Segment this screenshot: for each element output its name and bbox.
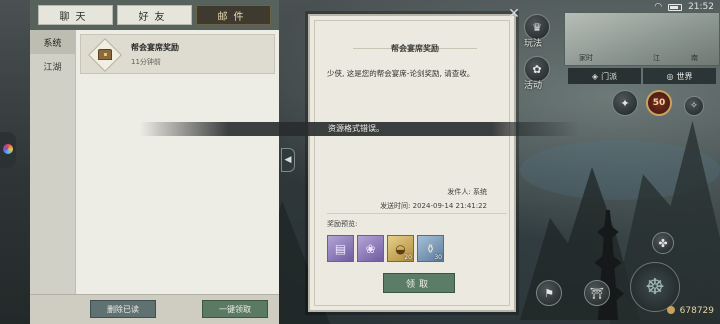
sect-icon: ◈ xyxy=(591,71,599,81)
close-icon[interactable]: ✕ xyxy=(506,6,522,22)
meditate-button[interactable]: ☸ xyxy=(630,262,680,312)
category-system[interactable]: 系统 xyxy=(30,30,75,54)
flower-item-icon: ❀ xyxy=(365,241,376,256)
gameplay-label: 玩法 xyxy=(524,39,543,49)
minimap-label: 江 xyxy=(653,54,660,62)
dialog-frame: 帮会宴席奖励 少侠, 这是您的帮会宴席-论剑奖励, 请查收。 发件人: 系统 发… xyxy=(314,20,510,306)
battery-icon xyxy=(668,3,683,11)
minimap[interactable]: 家时 江 南 xyxy=(564,12,720,66)
mail-action-bar: 删除已读 一键领取 xyxy=(30,294,279,324)
mail-list: 帮会宴席奖励 11分钟前 xyxy=(76,30,279,294)
wifi-icon: ◠ xyxy=(654,2,663,12)
activity-label: 活动 xyxy=(524,81,543,91)
minimap-label: 家时 xyxy=(579,54,593,62)
reward-item[interactable]: ◒ 20 xyxy=(387,235,414,262)
collect-button[interactable]: 领取 xyxy=(383,273,455,293)
mail-category-list: 系统 江湖 xyxy=(30,30,76,294)
divider xyxy=(327,213,507,214)
sect-button[interactable]: ⛩ xyxy=(584,280,610,306)
mail-body: 少侠, 这是您的帮会宴席-论剑奖励, 请查收。 xyxy=(327,69,475,78)
bird-icon: ✦ xyxy=(620,96,630,110)
marker-icon: ✧ xyxy=(690,101,698,111)
tab-world[interactable]: ◎ 世界 xyxy=(643,68,716,84)
globe-icon: ◎ xyxy=(666,71,674,81)
tab-chat[interactable]: 聊天 xyxy=(38,5,113,25)
mail-title: 帮会宴席奖励 xyxy=(131,43,179,52)
chevron-left-icon: ◀ xyxy=(284,155,292,165)
skill-button[interactable]: ✤ xyxy=(652,232,674,254)
shuriken-icon: ✤ xyxy=(658,236,668,250)
mail-panel: 聊天 好友 邮件 系统 江湖 帮会宴席奖励 11分钟前 删除已读 一键领取 xyxy=(30,0,279,324)
buddha-icon: ☸ xyxy=(645,274,665,300)
category-jianghu[interactable]: 江湖 xyxy=(30,54,75,78)
map-marker-button[interactable]: ✧ xyxy=(684,96,704,116)
map-channel-tabs: ◈ 门派 ◎ 世界 xyxy=(568,68,716,84)
side-menu-handle[interactable] xyxy=(0,132,16,168)
delete-read-button[interactable]: 删除已读 xyxy=(90,300,156,318)
reward-item[interactable]: ⚱ 30 xyxy=(417,235,444,262)
list-item[interactable]: 帮会宴席奖励 11分钟前 xyxy=(80,34,275,74)
collect-all-button[interactable]: 一键领取 xyxy=(202,300,268,318)
reward-count: 30 xyxy=(434,254,442,261)
scroll-item-icon: ▤ xyxy=(334,241,347,256)
gang-button[interactable]: ⚑ xyxy=(536,280,562,306)
status-bar: ◠ 21:52 xyxy=(654,2,714,12)
reward-item[interactable]: ▤ xyxy=(327,235,354,262)
reward-preview-row: ▤ ❀ ◒ 20 ⚱ 30 xyxy=(327,235,444,262)
tab-friends[interactable]: 好友 xyxy=(117,5,192,25)
activity-icon: ✿ xyxy=(532,62,542,76)
bird-button[interactable]: ✦ xyxy=(612,90,638,116)
gameplay-icon: ♛ xyxy=(532,20,542,34)
mail-time: 11分钟前 xyxy=(131,58,161,66)
mail-detail-dialog: 帮会宴席奖励 少侠, 这是您的帮会宴席-论剑奖励, 请查收。 发件人: 系统 发… xyxy=(308,14,516,312)
dialog-title: 帮会宴席奖励 xyxy=(391,44,439,53)
level-badge[interactable]: 50 xyxy=(646,90,672,116)
tab-mail[interactable]: 邮件 xyxy=(196,5,271,25)
minimap-label: 南 xyxy=(691,54,698,62)
sender-line: 发件人: 系统 xyxy=(447,188,487,196)
coin-icon xyxy=(666,306,675,314)
tab-sect[interactable]: ◈ 门派 xyxy=(568,68,641,84)
reward-count: 20 xyxy=(404,254,412,261)
send-time-line: 发送时间: 2024-09-14 21:41:22 xyxy=(380,202,487,210)
collapse-panel-button[interactable]: ◀ xyxy=(281,148,295,172)
reward-preview-label: 奖励预览: xyxy=(327,220,358,228)
treasure-chest-icon xyxy=(88,38,122,72)
flag-icon: ⚑ xyxy=(544,286,554,300)
reward-item[interactable]: ❀ xyxy=(357,235,384,262)
clock: 21:52 xyxy=(688,2,714,12)
currency-display: 678729 xyxy=(666,306,714,316)
social-tabs: 聊天 好友 邮件 xyxy=(30,0,279,30)
gate-icon: ⛩ xyxy=(590,286,604,300)
toast-message: 资源格式错误。 xyxy=(328,124,384,133)
